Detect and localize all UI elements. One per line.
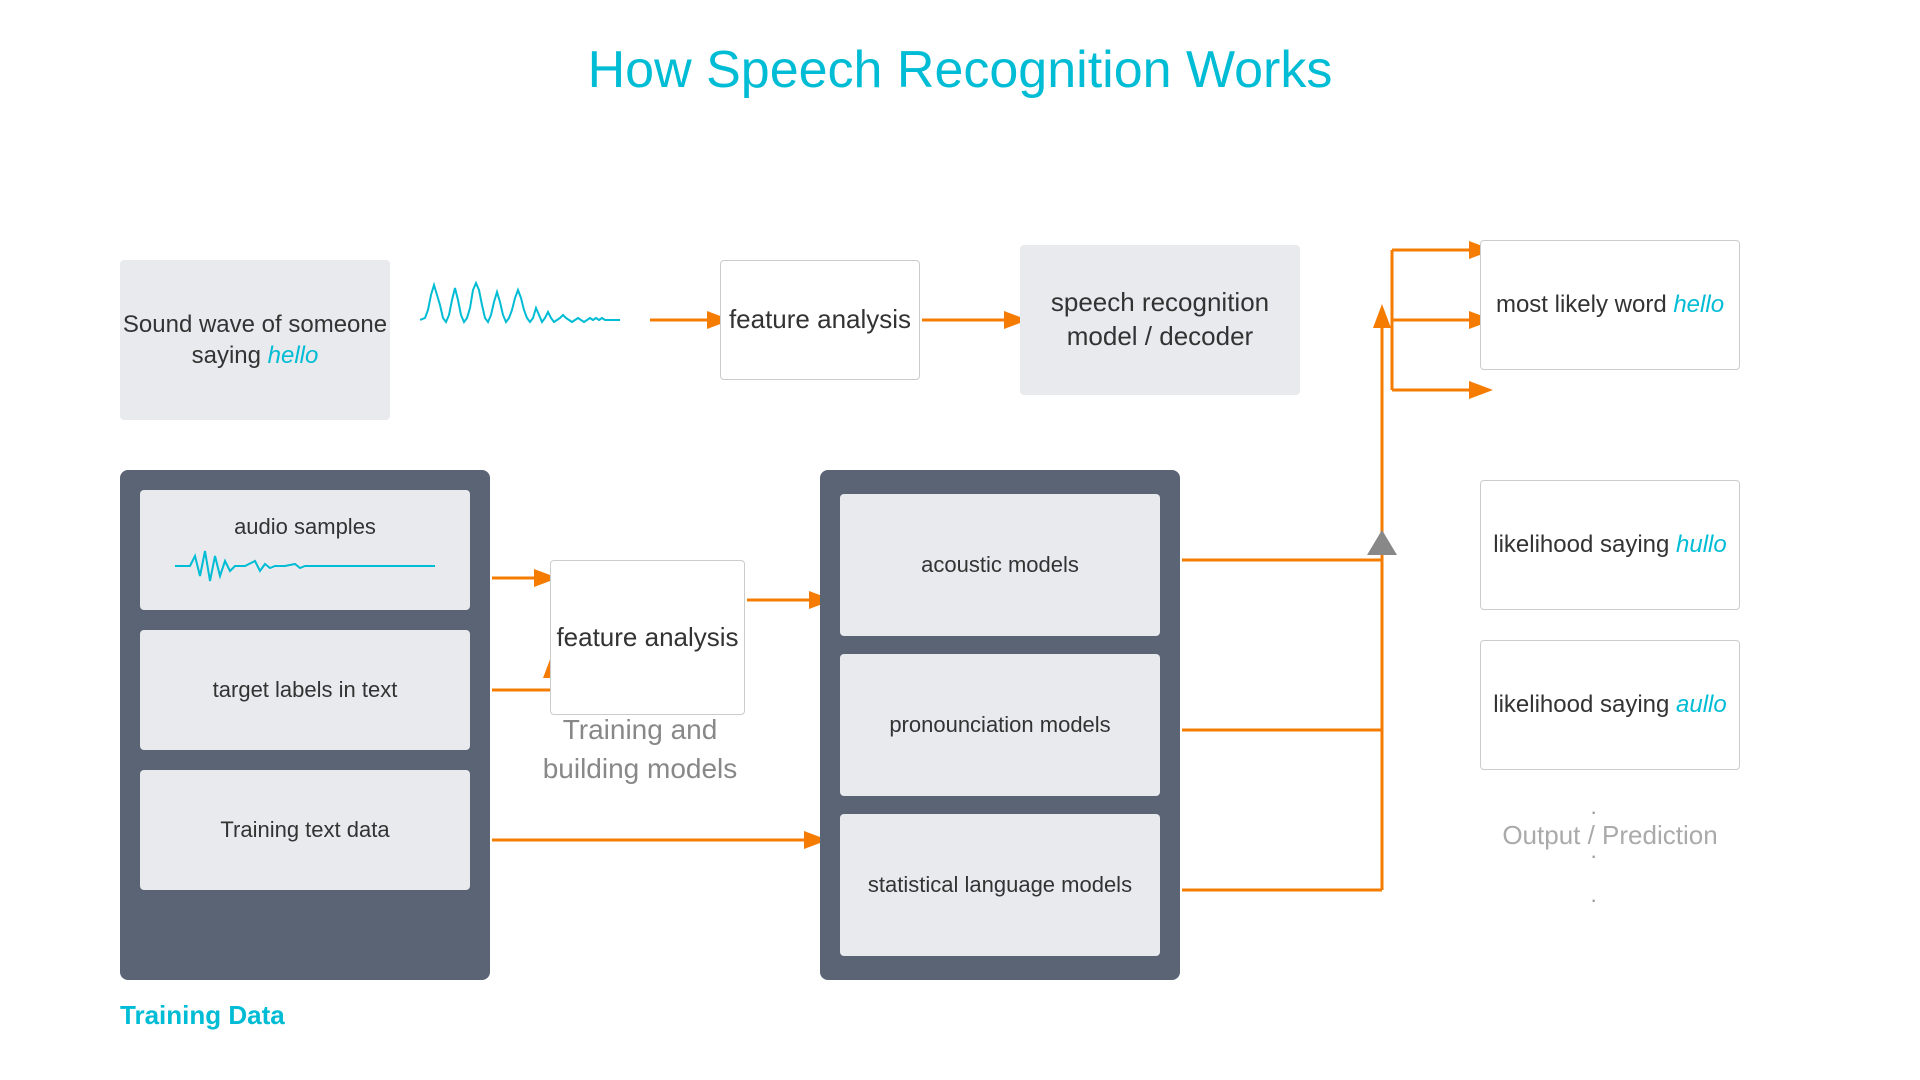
output-label: Output / Prediction [1480,820,1740,851]
training-data-label: Training Data [120,1000,285,1031]
page-title: How Speech Recognition Works [0,0,1920,100]
statistical-language-models-box: statistical language models [840,814,1160,956]
training-audio-samples: audio samples [140,490,470,610]
feature-analysis-mid-label: feature analysis [556,621,738,655]
arrow-feature-to-model [922,305,1032,335]
acoustic-models-label: acoustic models [921,552,1079,578]
speech-model-label: speech recognition model / decoder [1020,286,1300,354]
audio-wave-svg [156,546,454,586]
statistical-language-models-label: statistical language models [868,872,1132,898]
output-box-2: likelihood saying hullo [1480,480,1740,610]
feature-analysis-mid-box: feature analysis [550,560,745,715]
output-box-3: likelihood saying aullo [1480,640,1740,770]
speech-model-box: speech recognition model / decoder [1020,245,1300,395]
training-target-labels: target labels in text [140,630,470,750]
training-block: audio samples target labels in text Trai… [120,470,490,980]
soundwave-box: Sound wave of someone saying hello [120,260,390,420]
feature-analysis-top-label: feature analysis [729,303,911,337]
audio-samples-label: audio samples [234,514,376,540]
training-text-data: Training text data [140,770,470,890]
training-building-label: Training and building models [540,710,740,788]
acoustic-models-box: acoustic models [840,494,1160,636]
models-block: acoustic models pronounciation models st… [820,470,1180,980]
pronunciation-models-label: pronounciation models [889,712,1110,738]
target-labels-label: target labels in text [213,677,398,703]
arrow-text-to-slm [492,830,832,850]
output1-text: most likely word hello [1496,289,1724,320]
diagram: Sound wave of someone saying hello featu… [60,150,1860,1050]
arrow-model-to-output1 [1302,240,1502,410]
pronunciation-models-box: pronounciation models [840,654,1160,796]
output2-text: likelihood saying hullo [1493,529,1727,560]
training-text-label: Training text data [220,817,389,843]
dots: ··· [1590,790,1597,922]
waveform-svg [420,280,620,360]
soundwave-text: Sound wave of someone saying hello [120,309,390,371]
output-box-1: most likely word hello [1480,240,1740,370]
output3-text: likelihood saying aullo [1493,689,1727,720]
feature-analysis-top-box: feature analysis [720,260,920,380]
